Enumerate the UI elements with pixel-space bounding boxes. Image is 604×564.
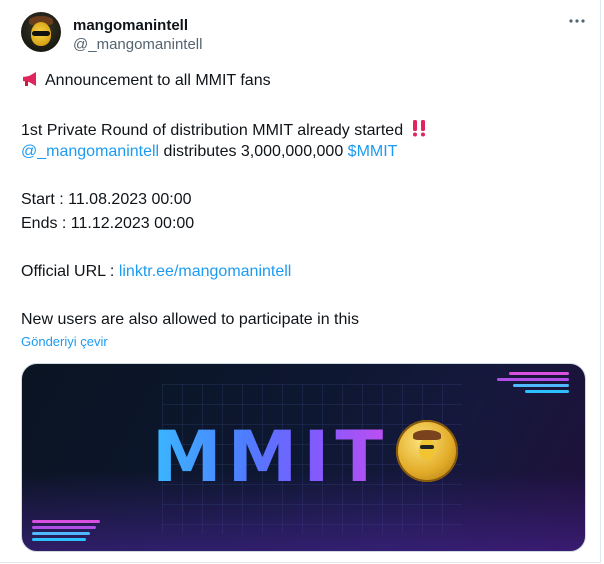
tweet-card[interactable]: mangomanintell @_mangomanintell Announce… (0, 0, 601, 563)
mention-link[interactable]: @_mangomanintell (21, 143, 159, 160)
cashtag-link[interactable]: $MMIT (348, 143, 398, 160)
avatar[interactable] (21, 12, 61, 52)
participate-line: New users are also allowed to participat… (21, 311, 359, 328)
more-icon-svg (569, 19, 585, 23)
mmit-logo-text: MMIT (152, 416, 390, 498)
translate-button[interactable]: Gönderiyi çevir (21, 334, 108, 349)
bottom-left-dot-lines (32, 520, 100, 541)
display-name[interactable]: mangomanintell (73, 17, 188, 34)
distribution-text: distributes 3,000,000,000 (159, 143, 348, 160)
announcement-text: Announcement to all MMIT fans (45, 72, 271, 89)
url-label: Official URL : (21, 263, 119, 280)
megaphone-icon (21, 71, 41, 92)
official-url-link[interactable]: linktr.ee/mangomanintell (119, 263, 292, 280)
official-url-line: Official URL : linktr.ee/mangomanintell (21, 263, 291, 281)
tweet-media-image[interactable]: MMIT (21, 363, 586, 552)
avatar-glasses (32, 31, 50, 36)
announcement-line: Announcement to all MMIT fans (21, 71, 271, 92)
mango-coin-icon (396, 420, 458, 482)
user-handle[interactable]: @_mangomanintell (73, 36, 202, 53)
top-right-dot-lines (497, 372, 569, 393)
round-line: 1st Private Round of distribution MMIT a… (21, 119, 428, 142)
start-date: Start : 11.08.2023 00:00 (21, 191, 192, 208)
end-date: Ends : 11.12.2023 00:00 (21, 215, 195, 232)
double-exclamation-icon (410, 119, 428, 142)
round-text: 1st Private Round of distribution MMIT a… (21, 122, 404, 139)
more-horizontal-icon[interactable] (568, 12, 586, 33)
distribution-line: @_mangomanintell distributes 3,000,000,0… (21, 143, 397, 161)
